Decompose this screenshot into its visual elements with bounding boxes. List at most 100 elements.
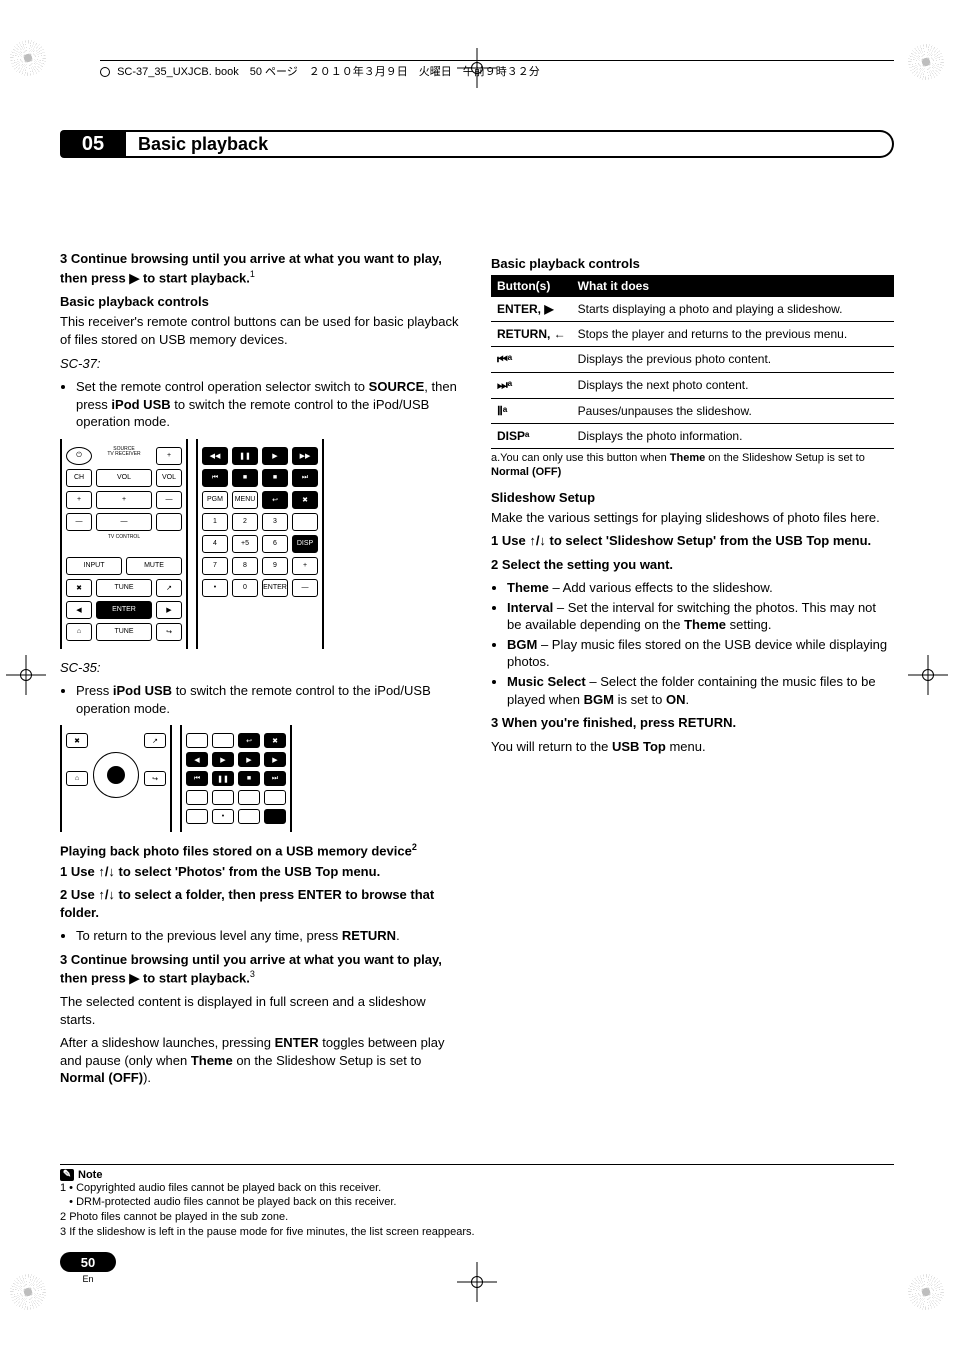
li-theme: Theme – Add various effects to the slide… xyxy=(507,579,894,597)
rc-dpad xyxy=(66,752,166,798)
controls-table: Button(s) What it does ENTER, ▶Starts di… xyxy=(491,275,894,449)
footnote-1b: • DRM-protected audio files cannot be pl… xyxy=(60,1195,894,1210)
table-row: ⏮ᵃDisplays the previous photo content. xyxy=(491,347,894,373)
model-sc35: SC-35: xyxy=(60,659,463,677)
txt: to select 'Photos' from the USB Top menu… xyxy=(115,864,380,879)
txt: Set the remote control operation selecto… xyxy=(76,379,369,394)
rc-btn xyxy=(186,790,208,805)
cell-btn: ENTER, ▶ xyxy=(491,297,572,322)
rc-btn: ▶ xyxy=(212,752,234,767)
p-enter-toggle: After a slideshow launches, pressing ENT… xyxy=(60,1034,463,1087)
rc-btn: — xyxy=(156,491,182,509)
txt: on the Slideshow Setup is set to xyxy=(705,452,865,464)
cell-desc: Starts displaying a photo and playing a … xyxy=(572,297,894,322)
rc-btn xyxy=(292,513,318,531)
cell-desc: Displays the previous photo content. xyxy=(572,347,894,373)
remote-figure-sc37: ⏻ SOURCETV RECEIVER + CH VOL VOL + + — —… xyxy=(60,439,463,649)
kw-ipodusb: iPod USB xyxy=(111,397,170,412)
rc-btn xyxy=(238,809,260,824)
txt: to start playback. xyxy=(139,971,250,986)
rc-btn: ⏻ xyxy=(66,447,92,465)
table-row: DISPᵃDisplays the photo information. xyxy=(491,424,894,449)
rc-btn: + xyxy=(66,491,92,509)
rc-btn: 3 xyxy=(262,513,288,531)
rc-btn: TUNE xyxy=(96,623,152,641)
rc-btn: INPUT xyxy=(66,557,122,575)
chapter-title: Basic playback xyxy=(126,130,894,158)
heading-slideshow: Slideshow Setup xyxy=(491,490,894,505)
rc-btn: PGM xyxy=(202,491,228,509)
txt: If the slideshow is left in the pause mo… xyxy=(69,1226,474,1238)
rc-btn: ⌂ xyxy=(66,623,92,641)
rc-btn: ⏮ xyxy=(202,469,228,487)
crosshair-left xyxy=(6,655,46,695)
book-header-line: SC-37_35_UXJCB. book 50 ページ ２０１０年３月９日 火曜… xyxy=(100,60,894,79)
rc-btn xyxy=(212,790,234,805)
rc-btn: + xyxy=(96,491,152,509)
th-what: What it does xyxy=(572,275,894,297)
rc-btn: 4 xyxy=(202,535,228,553)
rc-btn: — xyxy=(292,579,318,597)
rc-btn: 7 xyxy=(202,557,228,575)
kw-theme: Theme xyxy=(684,617,726,632)
rc-btn: • xyxy=(212,809,234,824)
txt: . xyxy=(686,692,690,707)
updown-icon: ↑/↓ xyxy=(98,887,115,902)
rc-btn: ■ xyxy=(262,469,288,487)
txt: 2 Select the setting you want. xyxy=(491,557,673,572)
table-row: ENTER, ▶Starts displaying a photo and pl… xyxy=(491,297,894,322)
rc-btn xyxy=(264,790,286,805)
txt: Photo files cannot be played in the sub … xyxy=(69,1211,288,1223)
ss-step3: 3 When you're finished, press RETURN. xyxy=(491,714,894,732)
cell-desc: Displays the photo information. xyxy=(572,424,894,449)
kw-usbtop: USB Top xyxy=(612,739,666,754)
rc-btn: ↩ xyxy=(238,733,260,748)
note-label: Note xyxy=(78,1169,102,1181)
photo-step3: 3 Continue browsing until you arrive at … xyxy=(60,951,463,987)
remote-panel-left: ⏻ SOURCETV RECEIVER + CH VOL VOL + + — —… xyxy=(60,439,188,649)
right-column: Basic playback controls Button(s) What i… xyxy=(491,248,894,1093)
rc-btn: +5 xyxy=(232,535,258,553)
remote-panel-right-2: ↩ ✖ ◀ ▶ ▶ ▶ ⏮ ❚❚ ■ ⏭ • xyxy=(180,725,292,832)
txt: Playing back photo files stored on a USB… xyxy=(60,844,412,859)
table-row: ⏭ᵃDisplays the next photo content. xyxy=(491,373,894,399)
rc-btn: MENU xyxy=(232,491,258,509)
txt: – Play music files stored on the USB dev… xyxy=(507,637,887,670)
heading-photo: Playing back photo files stored on a USB… xyxy=(60,842,463,858)
li-interval: Interval – Set the interval for switchin… xyxy=(507,599,894,634)
kw-enter: ENTER xyxy=(275,1035,319,1050)
footnote-3: 3 If the slideshow is left in the pause … xyxy=(60,1225,894,1240)
left-column: 3 Continue browsing until you arrive at … xyxy=(60,248,463,1093)
rc-btn: ❚❚ xyxy=(212,771,234,786)
kw-theme: Theme xyxy=(191,1053,233,1068)
kw-bgm: BGM xyxy=(507,637,537,652)
table-footnote: a.You can only use this button when Them… xyxy=(491,451,894,480)
photo-step2: 2 Use ↑/↓ to select a folder, then press… xyxy=(60,886,463,921)
ss-step1: 1 Use ↑/↓ to select 'Slideshow Setup' fr… xyxy=(491,532,894,550)
txt: DRM-protected audio files cannot be play… xyxy=(76,1196,396,1208)
rc-btn: 0 xyxy=(232,579,258,597)
rc-btn: ⏭ xyxy=(264,771,286,786)
rc-btn: ✖ xyxy=(66,579,92,597)
reg-mark-bl xyxy=(10,1274,46,1310)
table-row: RETURN, ←Stops the player and returns to… xyxy=(491,322,894,347)
kw-normaloff: Normal (OFF) xyxy=(60,1070,143,1085)
rc-btn: ENTER xyxy=(262,579,288,597)
photo-step1: 1 Use ↑/↓ to select 'Photos' from the US… xyxy=(60,863,463,881)
rc-btn xyxy=(186,733,208,748)
footnote-2: 2 Photo files cannot be played in the su… xyxy=(60,1210,894,1225)
rc-label: TV CONTROL xyxy=(66,535,182,553)
cell-btn: Ⅱᵃ xyxy=(491,399,572,424)
txt: Copyrighted audio files cannot be played… xyxy=(76,1182,381,1194)
left-step3: 3 Continue browsing until you arrive at … xyxy=(60,250,463,286)
rc-btn xyxy=(186,809,208,824)
kw-theme: Theme xyxy=(507,580,549,595)
rc-btn: — xyxy=(96,513,152,531)
remote-panel-left-2: ✖ ↗ ⌂ ↪ xyxy=(60,725,172,832)
txt: You will return to the xyxy=(491,739,612,754)
txt: After a slideshow launches, pressing xyxy=(60,1035,275,1050)
rc-btn xyxy=(156,513,182,531)
cell-btn: ⏮ᵃ xyxy=(491,347,572,373)
rc-btn: ◀ xyxy=(186,752,208,767)
kw-on: ON xyxy=(666,692,686,707)
